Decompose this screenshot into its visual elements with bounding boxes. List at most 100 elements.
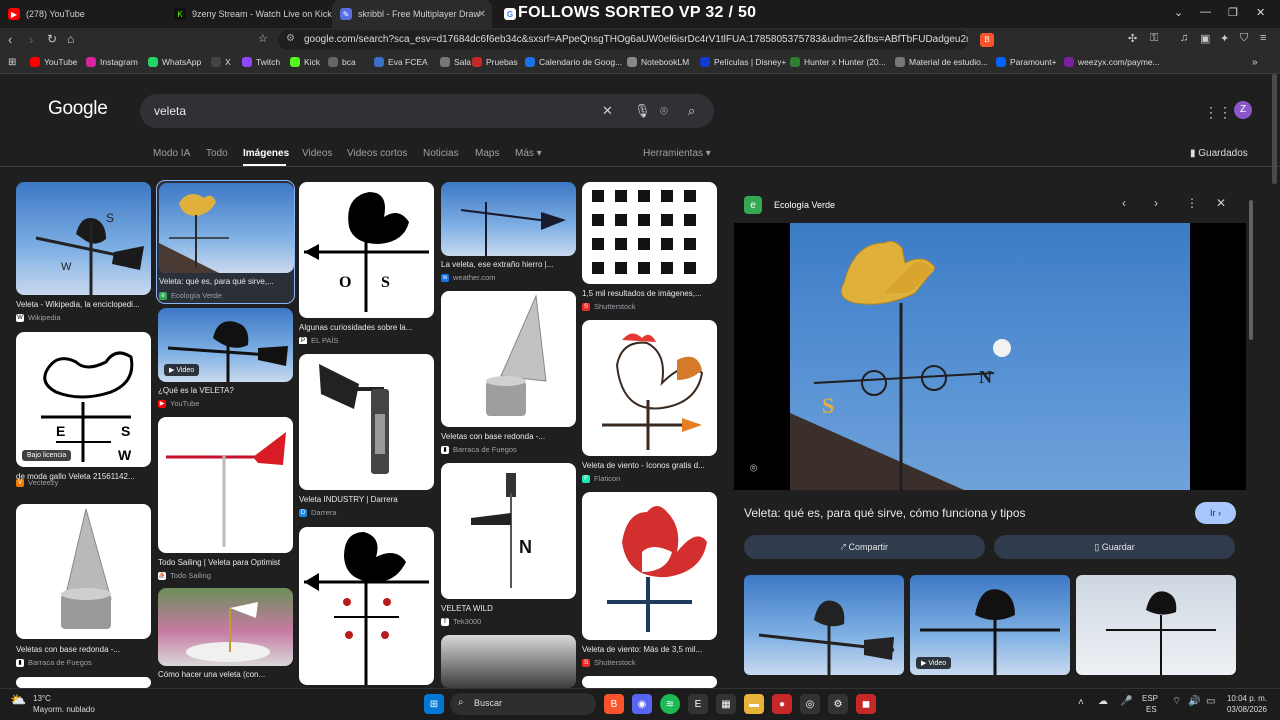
epic-games-icon[interactable]: E — [688, 694, 708, 714]
result-caption[interactable]: 1,5 mil resultados de imágenes,... — [582, 289, 717, 298]
result-caption[interactable]: Algunas curiosidades sobre la... — [299, 323, 434, 332]
filter-maps[interactable]: Maps — [475, 148, 499, 159]
close-panel-icon[interactable]: ✕ — [1216, 196, 1226, 210]
vpn-icon[interactable]: ⛉ — [1240, 32, 1248, 45]
previous-image-icon[interactable]: ‹ — [1122, 196, 1126, 210]
close-tab-icon[interactable]: ✕ — [478, 9, 486, 20]
bookmark-item[interactable]: Calendario de Goog... — [525, 57, 622, 67]
bookmark-item[interactable]: weezyx.com/payme... — [1064, 57, 1160, 67]
taskbar-search[interactable]: ⌕ Buscar — [450, 693, 596, 715]
result-caption[interactable]: Veleta INDUSTRY | Darrera — [299, 495, 434, 504]
brave-icon[interactable]: B — [604, 694, 624, 714]
result-source[interactable]: ⛵ Todo Sailing — [158, 571, 211, 580]
battery-icon[interactable]: ▭ — [1206, 697, 1215, 707]
result-image[interactable] — [582, 320, 717, 456]
clock-time[interactable]: 10:04 p. m. — [1224, 694, 1270, 704]
bookmark-item[interactable]: Pruebas — [472, 57, 518, 67]
bookmark-item[interactable]: YouTube — [30, 57, 77, 67]
google-logo[interactable]: Google — [48, 98, 108, 120]
weather-desc[interactable]: Mayorm. nublado — [33, 705, 95, 715]
result-source[interactable]: D Darrera — [299, 508, 336, 517]
bookmark-item[interactable]: Kick — [290, 57, 320, 67]
chrome-icon[interactable]: ◎ — [800, 694, 820, 714]
result-caption[interactable]: ¿Qué es la VELETA? — [158, 386, 293, 395]
result-source[interactable]: ▮ Barraca de Fuegos — [16, 658, 92, 667]
result-image[interactable] — [441, 291, 576, 427]
result-source[interactable]: F Flaticon — [582, 474, 620, 483]
result-source[interactable]: w weather.com — [441, 273, 496, 282]
next-image-icon[interactable]: › — [1154, 196, 1158, 210]
chevron-down-icon[interactable]: ⌄ — [1174, 6, 1183, 19]
result-caption[interactable]: Veletas con base redonda -... — [441, 432, 576, 441]
result-source[interactable]: ▶ YouTube — [158, 399, 199, 408]
result-caption[interactable]: Todo Sailing | Veleta para Optimist — [158, 558, 293, 567]
result-caption[interactable]: La veleta, ese extraño hierro |... — [441, 260, 576, 269]
image-result-partial[interactable] — [582, 676, 717, 688]
result-source[interactable]: P EL PAÍS — [299, 336, 339, 344]
filter-all[interactable]: Todo — [206, 148, 228, 159]
bookmark-item[interactable]: Paramount+ — [996, 57, 1057, 67]
panel-source[interactable]: e Ecología Verde — [744, 196, 835, 214]
result-image[interactable] — [158, 588, 293, 666]
image-result[interactable]: 1,5 mil resultados de imágenes,... S Shut… — [582, 182, 717, 312]
file-explorer-icon[interactable]: ▬ — [744, 694, 764, 714]
panel-title[interactable]: Veleta: qué es, para qué sirve, cómo fun… — [744, 506, 1026, 520]
obs-icon[interactable]: ◼ — [856, 694, 876, 714]
back-icon[interactable]: ‹ — [8, 32, 12, 47]
search-icon[interactable]: ⌕ — [688, 103, 695, 119]
ai-icon[interactable]: ✦ — [1220, 32, 1229, 45]
result-source[interactable]: S Shutterstock — [582, 658, 636, 667]
result-caption[interactable]: Veletas con base redonda -... — [16, 645, 151, 654]
filter-ai-mode[interactable]: Modo IA — [153, 148, 190, 159]
result-image[interactable] — [299, 354, 434, 490]
home-icon[interactable]: ⌂ — [67, 32, 74, 46]
more-bookmarks-icon[interactable]: » — [1252, 57, 1258, 68]
result-caption[interactable]: Veleta de viento - Iconos gratis d... — [582, 461, 717, 470]
discord-icon[interactable]: ◉ — [632, 694, 652, 714]
search-input[interactable]: veleta — [154, 104, 186, 118]
filter-more[interactable]: Más ▾ — [515, 148, 542, 159]
filter-news[interactable]: Noticias — [423, 148, 459, 159]
result-image[interactable] — [441, 182, 576, 256]
result-source[interactable]: V Vecteezy — [16, 478, 58, 487]
result-image[interactable] — [16, 504, 151, 639]
bookmark-icon[interactable]: ☆ — [258, 32, 268, 45]
bookmark-item[interactable]: NotebookLM — [627, 57, 689, 67]
saved-button[interactable]: ▮ Guardados — [1190, 148, 1248, 159]
image-result-partial[interactable] — [16, 677, 151, 688]
related-image[interactable]: ▶ Video — [910, 575, 1070, 675]
image-result[interactable]: E S W Bajo licencia de moda gallo Veleta… — [16, 332, 151, 484]
image-result[interactable]: O S Algunas curiosidades sobre la... P EL… — [299, 182, 434, 344]
result-image[interactable] — [582, 492, 717, 640]
result-caption[interactable]: Veleta - Wikipedia, la enciclopedi... — [16, 300, 151, 309]
image-result[interactable]: Veleta de viento - Iconos gratis d... FF… — [582, 320, 717, 486]
menu-icon[interactable]: ≡ — [1260, 32, 1266, 44]
result-source[interactable]: ▮ Barraca de Fuegos — [441, 445, 517, 454]
steam-icon[interactable]: ⚙ — [828, 694, 848, 714]
bookmark-item[interactable]: Instagram — [86, 57, 138, 67]
result-image[interactable]: N — [441, 463, 576, 599]
reload-icon[interactable]: ↻ — [47, 32, 57, 46]
share-button[interactable]: ⤤ Compartir — [744, 535, 985, 559]
bookmark-item[interactable]: bca — [328, 57, 356, 67]
bookmark-item[interactable]: Twitch — [242, 57, 280, 67]
result-image[interactable]: ▶ Video — [158, 308, 293, 382]
panel-scrollbar[interactable] — [1249, 200, 1253, 340]
filter-short-videos[interactable]: Videos cortos — [347, 148, 407, 159]
image-result[interactable]: S W Veleta - Wikipedia, la enciclopedi..… — [16, 182, 151, 322]
result-source[interactable]: T Tek3000 — [441, 617, 481, 626]
bookmark-item[interactable]: WhatsApp — [148, 57, 201, 67]
related-image[interactable] — [1076, 575, 1236, 675]
weather-temp[interactable]: 13°C — [33, 694, 51, 704]
visit-button[interactable]: Ir › — [1195, 502, 1236, 524]
result-image[interactable] — [159, 183, 294, 273]
lens-icon[interactable]: ⌾ — [660, 103, 668, 119]
recorder-icon[interactable]: ● — [772, 694, 792, 714]
music-icon[interactable]: ♫ — [1180, 32, 1188, 44]
more-options-icon[interactable]: ⋮ — [1186, 196, 1198, 210]
result-image[interactable] — [441, 635, 576, 688]
minimize-icon[interactable]: — — [1200, 6, 1211, 18]
clear-icon[interactable]: ✕ — [602, 103, 613, 119]
result-source[interactable]: S Shutterstock — [582, 302, 636, 311]
start-icon[interactable]: ⊞ — [424, 694, 444, 714]
